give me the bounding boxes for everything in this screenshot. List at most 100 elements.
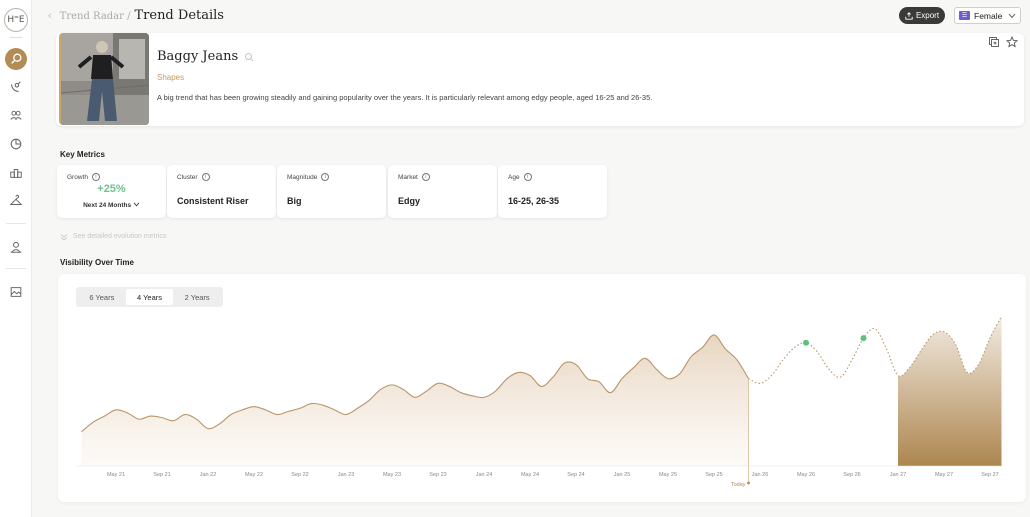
breadcrumb: ‹ Trend Radar / Trend Details bbox=[48, 8, 224, 24]
buildings-icon bbox=[10, 169, 22, 178]
forecast-marker[interactable] bbox=[860, 335, 867, 342]
x-tick-label: Jan 22 bbox=[200, 472, 217, 478]
cluster-metric-card: Cluster i Consistent Riser bbox=[167, 165, 276, 218]
sidebar-item-analytics[interactable] bbox=[5, 133, 27, 155]
breadcrumb-parent[interactable]: Trend Radar / bbox=[60, 11, 131, 22]
cluster-label: Cluster bbox=[177, 173, 198, 181]
sidebar-item-signals[interactable] bbox=[5, 76, 27, 98]
info-icon[interactable]: i bbox=[523, 173, 532, 181]
x-tick-label: May 27 bbox=[935, 472, 953, 478]
image-report-icon bbox=[10, 287, 22, 297]
cluster-label-row: Cluster i bbox=[177, 173, 210, 181]
x-tick-label: Sep 22 bbox=[291, 472, 308, 478]
magnitude-metric-card: Magnitude i Big bbox=[277, 165, 386, 218]
growth-metric-card: Growth i +25% Next 24 Months bbox=[57, 165, 166, 218]
double-chevron-down-icon bbox=[60, 234, 68, 241]
back-chevron-icon[interactable]: ‹ bbox=[48, 10, 52, 22]
search-icon bbox=[11, 53, 22, 64]
forecast-marker[interactable] bbox=[803, 339, 809, 346]
x-tick-label: May 24 bbox=[521, 472, 539, 478]
market-metric-card: Market i Edgy bbox=[388, 165, 497, 218]
growth-period-select[interactable]: Next 24 Months bbox=[57, 202, 166, 209]
x-tick-label: Jan 27 bbox=[890, 472, 907, 478]
users-icon bbox=[10, 110, 22, 120]
growth-label-row: Growth i bbox=[67, 173, 100, 181]
sidebar: H⁼E bbox=[0, 0, 32, 517]
market-label: Market bbox=[398, 173, 418, 181]
sidebar-item-garments[interactable] bbox=[5, 190, 27, 212]
x-tick-label: May 22 bbox=[245, 472, 263, 478]
sidebar-item-profile[interactable] bbox=[5, 236, 27, 258]
export-label: Export bbox=[915, 11, 940, 20]
growth-period: Next 24 Months bbox=[83, 202, 132, 209]
age-label: Age bbox=[508, 173, 520, 181]
card-actions bbox=[988, 36, 1018, 48]
chevron-down-icon bbox=[133, 202, 140, 207]
export-button[interactable]: Export bbox=[899, 7, 945, 24]
gender-list-icon: ☰ bbox=[959, 11, 970, 20]
visibility-chart-card: 6 Years 4 Years 2 Years Today May 21 Sep 21 J… bbox=[58, 274, 1026, 502]
add-to-board-icon[interactable] bbox=[988, 36, 1000, 48]
visibility-chart: Today May 21 Sep 21 Jan 22 May 22 Sep 22 Jan 2… bbox=[75, 315, 1003, 488]
evolution-link-label: See detailed evolution metrics bbox=[73, 233, 167, 240]
x-tick-label: Sep 27 bbox=[981, 472, 998, 478]
sidebar-item-trend-radar[interactable] bbox=[5, 48, 27, 70]
x-tick-label: Sep 24 bbox=[567, 472, 584, 478]
historical-area bbox=[81, 334, 749, 466]
info-icon[interactable]: i bbox=[321, 173, 330, 181]
trend-title: Baggy Jeans bbox=[157, 49, 254, 64]
x-tick-label: Jan 24 bbox=[476, 472, 493, 478]
sidebar-divider bbox=[6, 268, 26, 269]
x-tick-label: May 23 bbox=[383, 472, 401, 478]
visibility-title: Visibility Over Time bbox=[60, 258, 134, 267]
gender-value: Female bbox=[974, 10, 1003, 21]
star-icon[interactable] bbox=[1006, 36, 1018, 48]
x-tick-label: Sep 23 bbox=[429, 472, 446, 478]
page-title: Trend Details bbox=[134, 8, 224, 23]
brand-logo[interactable]: H⁼E bbox=[4, 8, 28, 32]
user-icon bbox=[10, 241, 22, 253]
sidebar-divider bbox=[10, 37, 22, 38]
key-metrics-title: Key Metrics bbox=[60, 150, 105, 159]
age-label-row: Age i bbox=[508, 173, 532, 181]
x-tick-label: May 21 bbox=[107, 472, 125, 478]
gender-select[interactable]: ☰ Female bbox=[954, 7, 1021, 24]
magnitude-value: Big bbox=[287, 196, 302, 206]
evolution-metrics-link[interactable]: See detailed evolution metrics bbox=[60, 233, 166, 241]
x-tick-label: Sep 21 bbox=[153, 472, 170, 478]
forecast-highlight-area bbox=[898, 316, 1002, 466]
x-tick-label: Jan 25 bbox=[614, 472, 631, 478]
magnitude-label-row: Magnitude i bbox=[287, 173, 330, 181]
sidebar-item-reports[interactable] bbox=[5, 281, 27, 303]
x-tick-label: May 26 bbox=[797, 472, 815, 478]
today-label: Today bbox=[731, 482, 746, 488]
x-tick-label: May 25 bbox=[659, 472, 677, 478]
today-marker bbox=[747, 481, 750, 485]
sidebar-item-communities[interactable] bbox=[5, 104, 27, 126]
x-tick-label: Sep 25 bbox=[705, 472, 722, 478]
satellite-icon bbox=[11, 81, 21, 92]
search-icon[interactable] bbox=[244, 52, 254, 62]
trend-card: Baggy Jeans Shapes A big trend that has … bbox=[56, 33, 1024, 126]
sidebar-divider bbox=[6, 223, 26, 224]
cluster-value: Consistent Riser bbox=[177, 196, 249, 206]
sidebar-item-market[interactable] bbox=[5, 162, 27, 184]
market-label-row: Market i bbox=[398, 173, 430, 181]
info-icon[interactable]: i bbox=[421, 173, 430, 181]
chevron-down-icon bbox=[1008, 13, 1016, 18]
growth-value: +25% bbox=[97, 183, 126, 195]
growth-label: Growth bbox=[67, 173, 88, 181]
info-icon[interactable]: i bbox=[91, 173, 100, 181]
magnitude-label: Magnitude bbox=[287, 173, 318, 181]
x-tick-label: Jan 23 bbox=[338, 472, 355, 478]
age-metric-card: Age i 16-25, 26-35 bbox=[498, 165, 607, 218]
trend-category[interactable]: Shapes bbox=[157, 73, 184, 82]
hanger-icon bbox=[9, 194, 23, 205]
age-value: 16-25, 26-35 bbox=[508, 196, 560, 206]
info-icon[interactable]: i bbox=[201, 173, 210, 181]
export-icon bbox=[905, 11, 913, 20]
pie-chart-icon bbox=[10, 138, 22, 150]
trend-name: Baggy Jeans bbox=[157, 49, 239, 64]
trend-thumbnail bbox=[59, 33, 149, 125]
x-tick-label: Sep 26 bbox=[843, 472, 860, 478]
